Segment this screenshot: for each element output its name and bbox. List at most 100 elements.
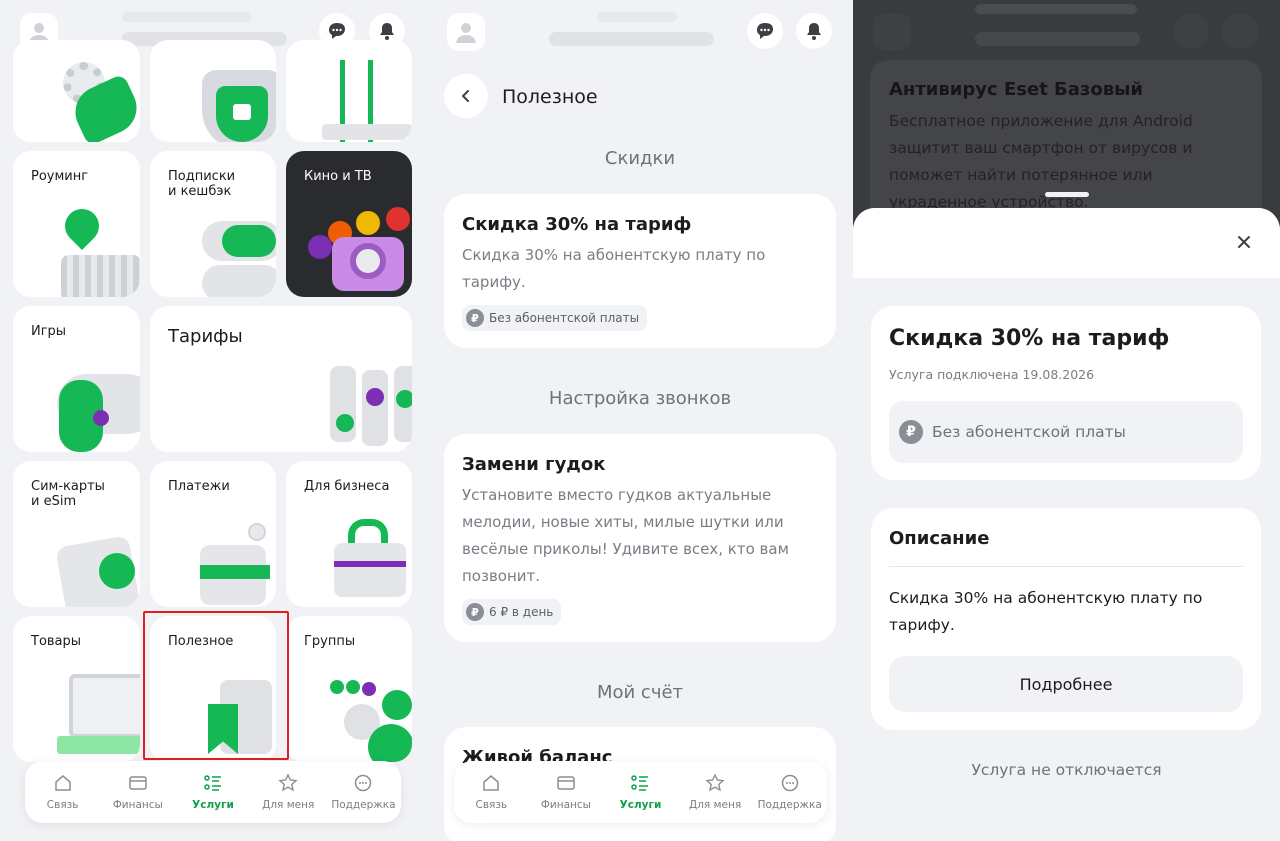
laptop-keyboard (57, 736, 140, 754)
chip-label: Без абонентской платы (489, 311, 640, 325)
tile-connection-settings[interactable] (13, 40, 140, 142)
fee-row: ₽ Без абонентской платы (889, 401, 1243, 463)
sim-chip (99, 553, 135, 589)
nav-item-support[interactable]: Поддержка (326, 761, 401, 823)
nav-item-for-me[interactable]: Для меня (251, 761, 326, 823)
group-dot (330, 680, 344, 694)
wallet-strap (200, 565, 270, 579)
tile-sim-esim[interactable]: Сим-карты и eSim (13, 461, 140, 607)
tile-groups[interactable]: Группы (286, 616, 412, 762)
chat-bubble-icon (329, 23, 345, 39)
tile-movies-tv[interactable]: Кино и ТВ (286, 151, 412, 297)
briefcase-icon (334, 543, 406, 597)
user-icon (456, 23, 476, 43)
tile-label: Для бизнеса (304, 479, 390, 494)
nav-item-connection[interactable]: Связь (25, 761, 100, 823)
tile-goods[interactable]: Товары (13, 616, 140, 762)
services-screen: Роуминг Подписки и кешбэк Кино и ТВ Игры… (0, 0, 427, 841)
account-name-blurred (975, 4, 1137, 14)
card-title: Замени гудок (462, 454, 606, 475)
card-description: Скидка 30% на абонентскую плату по тариф… (462, 246, 766, 291)
ruble-icon: ₽ (466, 603, 484, 621)
tile-tariffs[interactable]: Тарифы (150, 306, 412, 452)
nav-label: Связь (46, 799, 79, 811)
tile-games[interactable]: Игры (13, 306, 140, 452)
briefcase-stripe (334, 561, 406, 567)
description-text: Скидка 30% на абонентскую плату по тариф… (889, 589, 1203, 634)
chat-icon (355, 774, 372, 792)
chat-bubble-icon (757, 23, 773, 39)
group-dot (382, 690, 412, 720)
bell-icon (807, 23, 821, 40)
nav-label: Услуги (619, 799, 662, 811)
home-icon (54, 775, 71, 791)
sheet-drag-handle[interactable] (1045, 192, 1089, 197)
price-chip: ₽ Без абонентской платы (462, 305, 648, 331)
account-name-blurred (597, 12, 677, 22)
section-heading: Скидки (604, 148, 676, 169)
nav-item-services[interactable]: Услуги (175, 761, 250, 823)
group-dot (362, 682, 376, 696)
slider-knob (366, 388, 384, 406)
slider-knob (396, 390, 412, 408)
chat-button (1173, 13, 1209, 49)
group-dot (368, 724, 412, 762)
tile-business[interactable]: Для бизнеса (286, 461, 412, 607)
header (427, 0, 853, 62)
tile-label: Игры (31, 324, 67, 339)
suitcase-icon (61, 255, 140, 297)
more-details-button[interactable]: Подробнее (889, 656, 1243, 712)
tile-label: Товары (31, 634, 82, 649)
nav-label: Связь (475, 799, 508, 811)
tile-home-internet[interactable] (286, 40, 412, 142)
projector-lens (350, 243, 386, 279)
nav-label: Поддержка (331, 799, 396, 811)
avatar[interactable] (447, 13, 485, 51)
tile-label: Подписки и кешбэк (168, 169, 236, 199)
toggle-icon (202, 265, 276, 297)
services-icon (631, 775, 649, 791)
tile-label: Сим-карты и eSim (31, 479, 105, 509)
price-chip: ₽ 6 ₽ в день (462, 599, 562, 625)
nav-item-connection[interactable]: Связь (454, 761, 529, 823)
nav-item-support[interactable]: Поддержка (752, 761, 827, 823)
nav-item-for-me[interactable]: Для меня (678, 761, 753, 823)
service-detail-screen: Антивирус Eset Базовый Бесплатное прилож… (853, 0, 1280, 841)
tile-subscriptions[interactable]: Подписки и кешбэк (150, 151, 276, 297)
tile-roaming[interactable]: Роуминг (13, 151, 140, 297)
footer-note: Услуга не отключается (971, 761, 1162, 779)
service-summary-card: Скидка 30% на тариф Услуга подключена 19… (871, 306, 1261, 480)
lock-icon (233, 104, 251, 120)
back-button[interactable] (444, 74, 488, 118)
service-card-ringback[interactable]: Замени гудок Установите вместо гудков ак… (444, 434, 836, 642)
section-heading: Мой счёт (596, 682, 684, 703)
nav-item-finance[interactable]: Финансы (100, 761, 175, 823)
tile-label: Тарифы (168, 326, 243, 347)
chevron-left-icon (462, 90, 469, 102)
tile-payments[interactable]: Платежи (150, 461, 276, 607)
chat-icon (781, 774, 798, 792)
service-card-discount[interactable]: Скидка 30% на тариф Скидка 30% на абонен… (444, 194, 836, 348)
chat-button[interactable] (747, 13, 783, 49)
home-icon (483, 775, 500, 791)
star-icon (278, 773, 298, 792)
router-icon (322, 124, 412, 140)
section-heading: Настройка звонков (548, 388, 732, 409)
star-icon (705, 773, 725, 792)
page-title: Полезное (502, 86, 598, 108)
bottom-sheet-header (853, 208, 1280, 278)
bottom-nav: Связь Финансы Услуги Для меня Поддержка (454, 761, 827, 823)
laptop-icon (69, 674, 140, 738)
slider-knob (336, 414, 354, 432)
card-icon (129, 776, 147, 790)
nav-label: Финансы (540, 799, 591, 811)
nav-label: Поддержка (757, 799, 822, 811)
notifications-button[interactable] (796, 13, 832, 49)
nav-item-finance[interactable]: Финансы (529, 761, 604, 823)
account-name-blurred (122, 12, 252, 22)
tile-security[interactable] (150, 40, 276, 142)
nav-item-services[interactable]: Услуги (603, 761, 678, 823)
group-dot (346, 680, 360, 694)
description-card: Описание Скидка 30% на абонентскую плату… (871, 508, 1261, 730)
close-button[interactable] (1230, 228, 1258, 256)
